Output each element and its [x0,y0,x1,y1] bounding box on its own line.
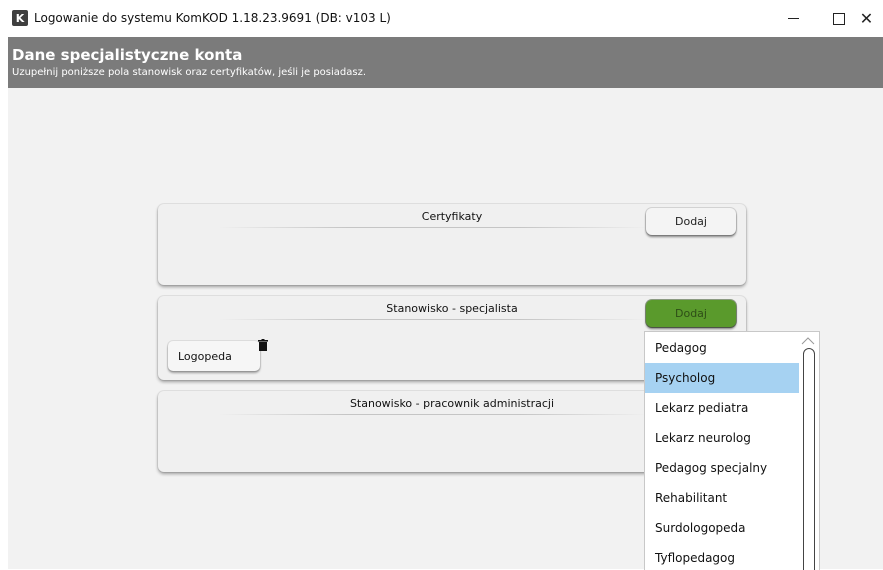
add-specialist-button[interactable]: Dodaj [646,300,736,327]
certificates-panel: Certyfikaty Dodaj [158,204,746,285]
minimize-icon [787,18,799,19]
window-titlebar: K Logowanie do systemu KomKOD 1.18.23.96… [0,0,883,37]
add-certificate-button[interactable]: Dodaj [646,208,736,235]
dropdown-item-tyflopedagog[interactable]: Tyflopedagog [645,543,799,570]
dropdown-item-lekarz-pediatra[interactable]: Lekarz pediatra [645,393,799,423]
trash-icon[interactable] [258,339,268,351]
specialist-chip-logopeda: Logopeda [168,339,268,371]
app-icon: K [12,10,28,26]
page-header: Dane specjalistyczne konta Uzupełnij pon… [8,37,883,88]
dropdown-item-pedagog-specjalny[interactable]: Pedagog specjalny [645,453,799,483]
minimize-button[interactable] [770,0,816,37]
window-title: Logowanie do systemu KomKOD 1.18.23.9691… [34,11,391,25]
specialist-chip-label: Logopeda [178,350,232,363]
position-dropdown-list[interactable]: Pedagog Psycholog Lekarz pediatra Lekarz… [644,331,820,570]
dropdown-item-pedagog[interactable]: Pedagog [645,333,799,363]
page-title: Dane specjalistyczne konta [12,46,243,64]
dropdown-item-lekarz-neurolog[interactable]: Lekarz neurolog [645,423,799,453]
close-icon: ✕ [859,9,874,28]
dropdown-scrollbar-thumb[interactable] [803,348,815,570]
specialist-panel-divider [218,319,648,320]
dropdown-item-rehabilitant[interactable]: Rehabilitant [645,483,799,513]
admin-panel-divider [218,414,648,415]
dropdown-item-surdologopeda[interactable]: Surdologopeda [645,513,799,543]
scroll-up-icon[interactable] [801,336,815,346]
page-subtitle: Uzupełnij poniższe pola stanowisk oraz c… [12,67,367,78]
dropdown-item-psycholog[interactable]: Psycholog [645,363,799,393]
maximize-icon [833,12,845,25]
certificates-panel-divider [218,227,648,228]
close-button[interactable]: ✕ [850,0,883,37]
